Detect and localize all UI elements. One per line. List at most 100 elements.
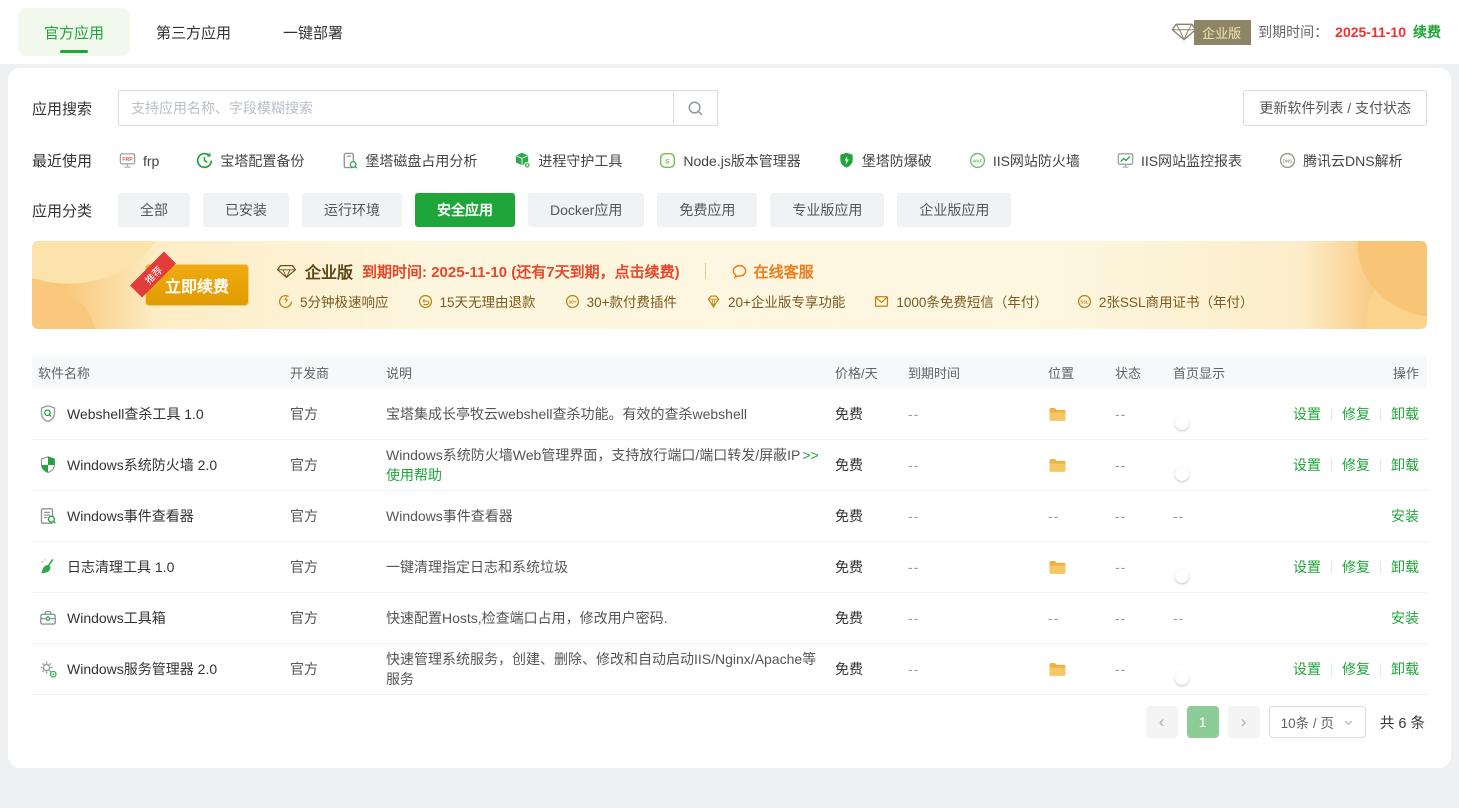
renew-link[interactable]: 续费 [1413, 22, 1441, 42]
tab-official-apps[interactable]: 官方应用 [18, 8, 130, 56]
tab-label: 第三方应用 [156, 22, 231, 43]
action-0-link[interactable]: 设置 [1293, 557, 1321, 577]
action-divider [1331, 459, 1332, 472]
page-1-button[interactable]: 1 [1187, 706, 1219, 738]
homepage-cell: -- [1167, 610, 1277, 626]
expire-time: -- [902, 406, 1042, 422]
online-support-link[interactable]: 在线客服 [731, 261, 814, 282]
price: 免费 [829, 506, 902, 526]
tab-one-click-deploy[interactable]: 一键部署 [257, 8, 369, 56]
folder-icon[interactable] [1048, 560, 1109, 575]
page-size-select[interactable]: 10条 / 页 [1269, 706, 1366, 738]
category-1[interactable]: 已安装 [203, 193, 289, 227]
category-security-active[interactable]: 安全应用 [415, 193, 515, 227]
action-1-link[interactable]: 修复 [1342, 455, 1370, 475]
tab-third-party-apps[interactable]: 第三方应用 [130, 8, 257, 56]
action-1-link[interactable]: 修复 [1342, 659, 1370, 679]
homepage-empty: -- [1173, 508, 1184, 524]
category-0[interactable]: 全部 [118, 193, 190, 227]
recent-app[interactable]: WAFIIS网站防火墙 [968, 151, 1080, 171]
action-1-link[interactable]: 修复 [1342, 557, 1370, 577]
pagination: ‹ 1 › 10条 / 页 共 6 条 [32, 706, 1427, 738]
renew-now-button[interactable]: 推荐 立即续费 [145, 264, 249, 306]
search-label: 应用搜索 [32, 98, 118, 119]
expire-label: 到期时间： [1258, 22, 1328, 42]
banner-features: 5分钟极速响应15天无理由退款30+30+款付费插件20+企业版专享功能1000… [277, 291, 1253, 311]
software-name[interactable]: 日志清理工具 1.0 [32, 557, 284, 577]
category-7[interactable]: 企业版应用 [897, 193, 1011, 227]
action-0-link[interactable]: 安装 [1391, 506, 1419, 526]
software-name[interactable]: Windows系统防火墙 2.0 [32, 455, 284, 475]
recent-app[interactable]: 堡塔磁盘占用分析 [340, 151, 477, 171]
action-2-link[interactable]: 卸载 [1391, 404, 1419, 424]
banner-text: 企业版 到期时间: 2025-11-10 (还有7天到期，点击续费) 在线客服 … [277, 259, 1253, 311]
action-2-link[interactable]: 卸载 [1391, 557, 1419, 577]
col-header-location: 位置 [1042, 363, 1109, 382]
action-2-link[interactable]: 卸载 [1391, 659, 1419, 679]
topbar: 官方应用 第三方应用 一键部署 企业版 到期时间： 2025-11-10 续费 [0, 0, 1459, 64]
recent-app[interactable]: 进程守护工具 [513, 151, 622, 171]
table-body: Webshell查杀工具 1.0官方宝塔集成长亭牧云webshell查杀功能。有… [32, 389, 1427, 695]
col-header-actions: 操作 [1277, 363, 1427, 382]
software-name-label: Webshell查杀工具 1.0 [67, 404, 204, 424]
tab-label: 一键部署 [283, 22, 343, 43]
software-name[interactable]: Windows工具箱 [32, 608, 284, 628]
actions-cell: 安装 [1277, 608, 1427, 628]
expire-time: -- [902, 610, 1042, 626]
category-5[interactable]: 免费应用 [657, 193, 757, 227]
category-6[interactable]: 专业版应用 [770, 193, 884, 227]
location-cell [1042, 458, 1109, 473]
location-empty: -- [1048, 610, 1059, 626]
recent-apps-list: FRPfrp 宝塔配置备份 堡塔磁盘占用分析 进程守护工具 SNode.js版本管理器 堡… [118, 151, 1403, 171]
description: Windows事件查看器 [380, 506, 829, 526]
chat-icon [731, 263, 748, 280]
software-name[interactable]: Windows服务管理器 2.0 [32, 659, 284, 679]
banner-expire-text[interactable]: 到期时间: 2025-11-10 (还有7天到期，点击续费) [362, 261, 680, 282]
speed-icon [277, 293, 294, 310]
location-cell: -- [1042, 508, 1109, 524]
dns-icon: DNS [1278, 151, 1297, 170]
action-0-link[interactable]: 设置 [1293, 455, 1321, 475]
prev-page-button[interactable]: ‹ [1146, 706, 1178, 738]
category-4[interactable]: Docker应用 [528, 193, 644, 227]
total-count: 共 6 条 [1380, 712, 1425, 733]
banner-feature: 5分钟极速响应 [277, 291, 389, 311]
update-software-list-button[interactable]: 更新软件列表 / 支付状态 [1243, 90, 1427, 126]
software-name-label: Windows系统防火墙 2.0 [67, 455, 217, 475]
banner-feature: 15天无理由退款 [417, 291, 536, 311]
software-name[interactable]: Windows事件查看器 [32, 506, 284, 526]
recent-app[interactable]: IIS网站监控报表 [1116, 151, 1242, 171]
recent-app[interactable]: FRPfrp [118, 151, 159, 170]
action-0-link[interactable]: 设置 [1293, 404, 1321, 424]
next-page-button[interactable]: › [1228, 706, 1260, 738]
search-input[interactable] [119, 91, 673, 125]
recent-app[interactable]: 堡塔防爆破 [837, 151, 932, 171]
recent-app-label: frp [143, 153, 159, 169]
developer: 官方 [284, 659, 380, 679]
banner-feature-label: 5分钟极速响应 [300, 291, 389, 311]
category-2[interactable]: 运行环境 [302, 193, 402, 227]
status-cell: -- [1109, 661, 1167, 677]
category-row: 应用分类 全部已安装运行环境安全应用Docker应用免费应用专业版应用企业版应用 [32, 193, 1427, 227]
search-box [118, 90, 718, 126]
recent-app-label: 宝塔配置备份 [220, 151, 304, 171]
action-1-link[interactable]: 修复 [1342, 404, 1370, 424]
folder-icon[interactable] [1048, 458, 1109, 473]
folder-icon[interactable] [1048, 662, 1109, 677]
recent-app[interactable]: 宝塔配置备份 [195, 151, 304, 171]
action-2-link[interactable]: 卸载 [1391, 455, 1419, 475]
folder-icon[interactable] [1048, 407, 1109, 422]
location-empty: -- [1048, 508, 1059, 524]
expire-time: -- [902, 508, 1042, 524]
status-cell: -- [1109, 457, 1167, 473]
search-button[interactable] [673, 91, 717, 125]
recent-app[interactable]: DNS腾讯云DNS解析 [1278, 151, 1403, 171]
search-icon [686, 99, 705, 118]
software-name[interactable]: Webshell查杀工具 1.0 [32, 404, 284, 424]
recent-app[interactable]: SNode.js版本管理器 [658, 151, 800, 171]
action-0-link[interactable]: 设置 [1293, 659, 1321, 679]
actions-cell: 设置 修复 卸载 [1277, 557, 1427, 577]
svg-text:DNS: DNS [1283, 158, 1292, 163]
price: 免费 [829, 608, 902, 628]
action-0-link[interactable]: 安装 [1391, 608, 1419, 628]
